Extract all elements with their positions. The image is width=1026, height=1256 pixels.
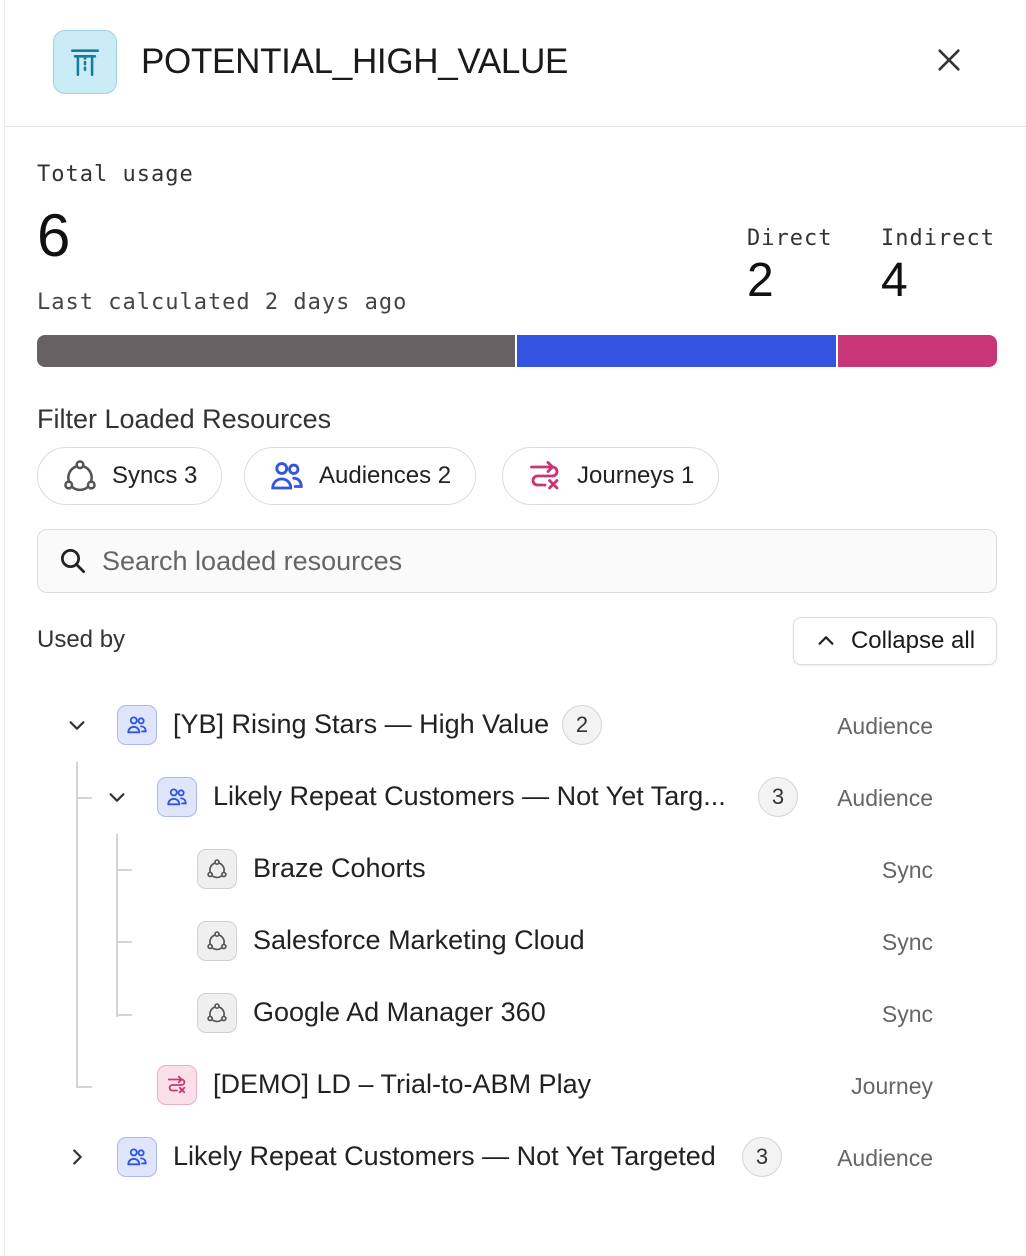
usage-bar-segment-journeys <box>837 335 997 367</box>
filter-title: Filter Loaded Resources <box>37 404 332 434</box>
used-by-label: Used by <box>37 626 126 653</box>
close-icon <box>938 49 960 71</box>
filter-chip-syncs-label: Syncs 3 <box>112 462 198 489</box>
torii-gate-icon <box>53 30 117 94</box>
audience-icon <box>271 462 303 490</box>
tree-row[interactable]: Salesforce Marketing Cloud Sync <box>5 909 1026 973</box>
last-calculated-text: Last calculated 2 days ago <box>37 290 408 315</box>
sync-icon <box>197 921 237 961</box>
tree-row-name[interactable]: Likely Repeat Customers — Not Yet Targ..… <box>213 781 726 812</box>
chevron-right-icon[interactable] <box>63 1143 91 1171</box>
tree-row-name[interactable]: [DEMO] LD – Trial-to-ABM Play <box>213 1069 591 1100</box>
resource-type-label: Audience <box>837 785 933 811</box>
indirect-label: Indirect <box>881 226 995 251</box>
total-usage-value: 6 <box>37 202 71 269</box>
filter-chip-journeys-label: Journeys 1 <box>577 462 695 489</box>
audience-icon <box>117 705 157 745</box>
total-usage-label: Total usage <box>37 162 194 187</box>
direct-label: Direct <box>747 226 833 251</box>
tree-row-name[interactable]: Salesforce Marketing Cloud <box>253 925 585 956</box>
chevron-up-icon <box>818 636 834 645</box>
resource-type-label: Audience <box>837 713 933 739</box>
collapse-all-button[interactable]: Collapse all <box>793 617 997 665</box>
tree-row[interactable]: Likely Repeat Customers — Not Yet Targ..… <box>5 765 1026 829</box>
close-button[interactable] <box>929 40 969 80</box>
tree-row-name[interactable]: Google Ad Manager 360 <box>253 997 546 1028</box>
filter-chip-audiences-label: Audiences 2 <box>319 462 452 489</box>
resource-type-label: Sync <box>881 1001 933 1027</box>
sync-icon <box>197 993 237 1033</box>
search-input[interactable] <box>102 545 962 577</box>
page-title: POTENTIAL_HIGH_VALUE <box>141 42 569 81</box>
tree-row[interactable]: Google Ad Manager 360 Sync <box>5 981 1026 1045</box>
usage-bar-segment-audiences <box>517 335 836 367</box>
tree-row[interactable]: Braze Cohorts Sync <box>5 837 1026 901</box>
tree-row[interactable]: Likely Repeat Customers — Not Yet Target… <box>5 1125 1026 1189</box>
resource-type-label: Journey <box>851 1073 933 1099</box>
collapse-all-label: Collapse all <box>850 627 976 654</box>
usage-count-badge: 2 <box>562 705 602 745</box>
indirect-stat: Indirect 4 <box>881 226 995 305</box>
tree-row-name[interactable]: [YB] Rising Stars — High Value <box>173 709 549 740</box>
filter-chip-syncs[interactable]: Syncs 3 <box>37 447 223 505</box>
chevron-down-icon[interactable] <box>63 711 91 739</box>
sync-icon <box>64 460 96 492</box>
panel-header: POTENTIAL_HIGH_VALUE <box>5 0 1026 127</box>
resource-type-label: Sync <box>881 929 933 955</box>
filter-chip-audiences[interactable]: Audiences 2 <box>244 447 477 505</box>
usage-count-badge: 3 <box>758 777 798 817</box>
direct-stat: Direct 2 <box>747 226 832 305</box>
tree-row[interactable]: [YB] Rising Stars — High Value 2 Audienc… <box>5 693 1026 757</box>
tree-row-name[interactable]: Likely Repeat Customers — Not Yet Target… <box>173 1141 716 1172</box>
search-box[interactable] <box>37 529 997 593</box>
usage-count-badge: 3 <box>742 1137 782 1177</box>
journey-icon <box>530 461 559 490</box>
tree-row-name[interactable]: Braze Cohorts <box>253 853 426 884</box>
chevron-down-icon[interactable] <box>103 783 131 811</box>
journey-icon <box>157 1065 197 1105</box>
tree-row[interactable]: [DEMO] LD – Trial-to-ABM Play Journey <box>5 1053 1026 1117</box>
resource-type-label: Sync <box>881 857 933 883</box>
audience-icon <box>157 777 197 817</box>
usage-breakdown-bar <box>37 335 997 367</box>
audience-icon <box>117 1137 157 1177</box>
usage-panel: POTENTIAL_HIGH_VALUE Total usage 6 Last … <box>4 0 1026 1256</box>
sync-icon <box>197 849 237 889</box>
direct-value: 2 <box>747 254 774 307</box>
usage-bar-segment-syncs <box>37 335 515 367</box>
filter-chip-journeys[interactable]: Journeys 1 <box>502 447 720 505</box>
indirect-value: 4 <box>881 254 908 307</box>
resource-type-label: Audience <box>837 1145 933 1171</box>
search-icon <box>61 549 85 573</box>
